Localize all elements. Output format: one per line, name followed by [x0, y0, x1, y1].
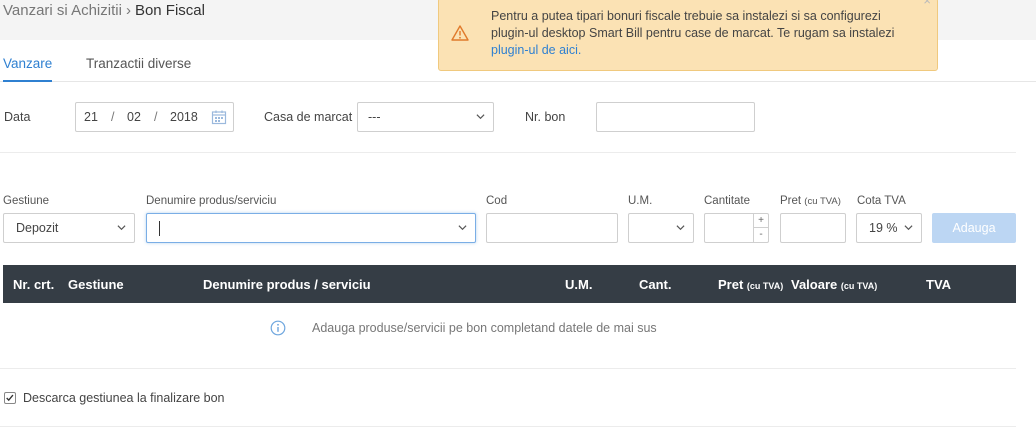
column-qty: Cant.	[639, 277, 672, 292]
cash-register-value: ---	[368, 110, 381, 124]
discharge-checkbox[interactable]	[4, 392, 16, 404]
price-label-suffix: (cu TVA)	[804, 196, 841, 207]
date-day[interactable]: 21	[84, 110, 98, 124]
quantity-increment-button[interactable]: +	[754, 214, 768, 228]
vat-label: Cota TVA	[857, 195, 906, 207]
column-vat: TVA	[926, 277, 952, 292]
close-icon[interactable]: ×	[923, 0, 931, 8]
gestiune-label: Gestiune	[3, 195, 50, 207]
date-month[interactable]: 02	[127, 110, 141, 124]
column-value-suffix: (cu TVA)	[840, 281, 878, 291]
column-value: Valoare (cu TVA)	[791, 277, 877, 292]
divider	[0, 426, 1016, 427]
vat-select[interactable]: 19 %	[856, 213, 922, 243]
chevron-down-icon	[117, 225, 126, 231]
date-field[interactable]: 21 / 02 / 2018	[75, 102, 234, 132]
receipt-number-label: Nr. bon	[525, 110, 566, 124]
alert-text: Pentru a putea tipari bonuri fiscale tre…	[491, 9, 895, 40]
receipt-number-input[interactable]	[596, 102, 755, 132]
tab-vanzare[interactable]: Vanzare	[3, 56, 53, 82]
product-label: Denumire produs/serviciu	[146, 195, 277, 207]
chevron-down-icon	[476, 114, 485, 120]
column-product: Denumire produs / serviciu	[203, 277, 371, 292]
code-input[interactable]	[486, 213, 618, 243]
chevron-down-icon	[676, 225, 685, 231]
column-value-label: Valoare	[791, 277, 838, 292]
divider	[0, 152, 1016, 153]
date-separator: /	[154, 110, 158, 124]
column-nr: Nr. crt.	[13, 277, 55, 292]
column-gestiune: Gestiune	[68, 277, 124, 292]
product-search-input[interactable]	[146, 213, 476, 243]
date-separator: /	[111, 110, 115, 124]
chevron-down-icon[interactable]	[458, 223, 467, 232]
price-label-text: Pret	[780, 195, 802, 207]
table-header: Nr. crt. Gestiune Denumire produs / serv…	[3, 265, 1016, 303]
bon-fiscal-page: Vanzari si Achizitii › Bon Fiscal Pentru a…	[0, 0, 1036, 428]
price-input[interactable]	[780, 213, 846, 243]
page-title: Bon Fiscal	[134, 2, 205, 19]
checkmark-icon	[6, 394, 14, 402]
code-label: Cod	[486, 195, 508, 207]
discharge-label[interactable]: Descarca gestiunea la finalizare bon	[23, 391, 225, 405]
date-label: Data	[4, 110, 31, 124]
chevron-down-icon	[904, 225, 913, 231]
warning-icon	[451, 25, 469, 41]
vat-value: 19 %	[869, 221, 898, 235]
column-price-suffix: (cu TVA)	[746, 281, 784, 291]
price-label: Pret (cu TVA)	[780, 195, 841, 207]
um-label: U.M.	[628, 195, 653, 207]
quantity-stepper[interactable]: + -	[704, 213, 769, 243]
um-select[interactable]	[628, 213, 694, 243]
add-button[interactable]: Adauga	[932, 213, 1016, 243]
date-year[interactable]: 2018	[170, 110, 198, 124]
tab-tranzactii-diverse[interactable]: Tranzactii diverse	[86, 56, 191, 80]
breadcrumb-parent[interactable]: Vanzari si Achizitii	[3, 2, 122, 19]
tab-bar: Vanzare Tranzactii diverse	[0, 46, 1036, 82]
calendar-icon[interactable]	[211, 109, 227, 125]
gestiune-select[interactable]: Depozit	[3, 213, 135, 243]
divider	[0, 368, 1016, 369]
column-um: U.M.	[565, 277, 593, 292]
breadcrumb-separator: ›	[125, 2, 131, 19]
gestiune-value: Depozit	[16, 221, 59, 235]
column-price: Pret (cu TVA)	[718, 277, 783, 292]
cash-register-label: Casa de marcat	[264, 110, 353, 124]
quantity-stepper-buttons: + -	[753, 214, 768, 243]
text-cursor	[159, 221, 160, 236]
info-icon	[270, 320, 286, 336]
empty-message-text: Adauga produse/servicii pe bon completan…	[312, 321, 657, 335]
column-price-label: Pret	[718, 277, 744, 292]
cash-register-select[interactable]: ---	[357, 102, 494, 132]
quantity-label: Cantitate	[704, 195, 751, 207]
breadcrumb: Vanzari si Achizitii › Bon Fiscal	[3, 2, 205, 19]
quantity-decrement-button[interactable]: -	[754, 228, 768, 242]
